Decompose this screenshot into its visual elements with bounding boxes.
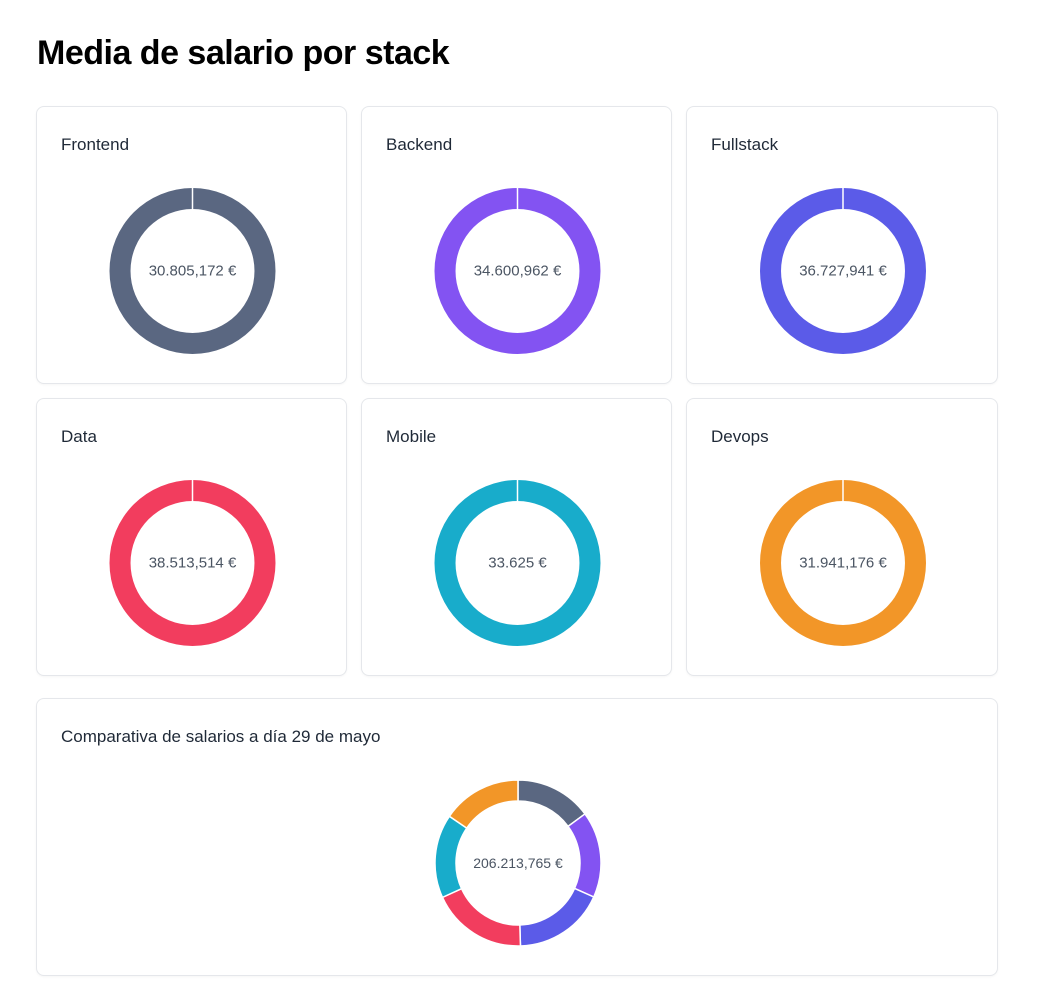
donut-slice-mobile[interactable] (434, 815, 468, 899)
donut-center-label: 31.941,176 € (799, 555, 887, 572)
card-mobile: Mobile 33.625 € (361, 398, 672, 676)
card-devops: Devops 31.941,176 € (686, 398, 998, 676)
donut-chart-data: 38.513,514 € (109, 480, 276, 646)
card-data: Data 38.513,514 € (36, 398, 347, 676)
donut-chart-mobile: 33.625 € (434, 480, 601, 646)
donut-slice-data[interactable] (441, 887, 522, 947)
donut-chart-frontend: 30.805,172 € (109, 188, 276, 354)
donut-center-label: 38.513,514 € (149, 555, 237, 572)
donut-slice-devops[interactable] (448, 779, 519, 830)
donut-chart-devops: 31.941,176 € (760, 480, 926, 646)
donut-center-label: 30.805,172 € (149, 263, 237, 280)
donut-chart-comparison: 206.213,765 € (434, 779, 602, 947)
card-backend: Backend 34.600,962 € (361, 106, 672, 384)
donut-slice-fullstack[interactable] (519, 887, 595, 947)
card-frontend: Frontend 30.805,172 € (36, 106, 347, 384)
donut-slice-frontend[interactable] (517, 779, 587, 828)
donut-chart-backend: 34.600,962 € (434, 188, 601, 354)
card-fullstack: Fullstack 36.727,941 € (686, 106, 998, 384)
card-comparison: Comparativa de salarios a día 29 de mayo… (36, 698, 998, 976)
donut-slice-backend[interactable] (566, 812, 602, 898)
donut-center-label: 34.600,962 € (474, 263, 562, 280)
page-title: Media de salario por stack (37, 34, 450, 72)
donut-center-label: 36.727,941 € (799, 263, 887, 280)
donut-center-label: 206.213,765 € (473, 855, 563, 871)
donut-center-label: 33.625 € (488, 555, 547, 572)
donut-chart-fullstack: 36.727,941 € (760, 188, 926, 354)
